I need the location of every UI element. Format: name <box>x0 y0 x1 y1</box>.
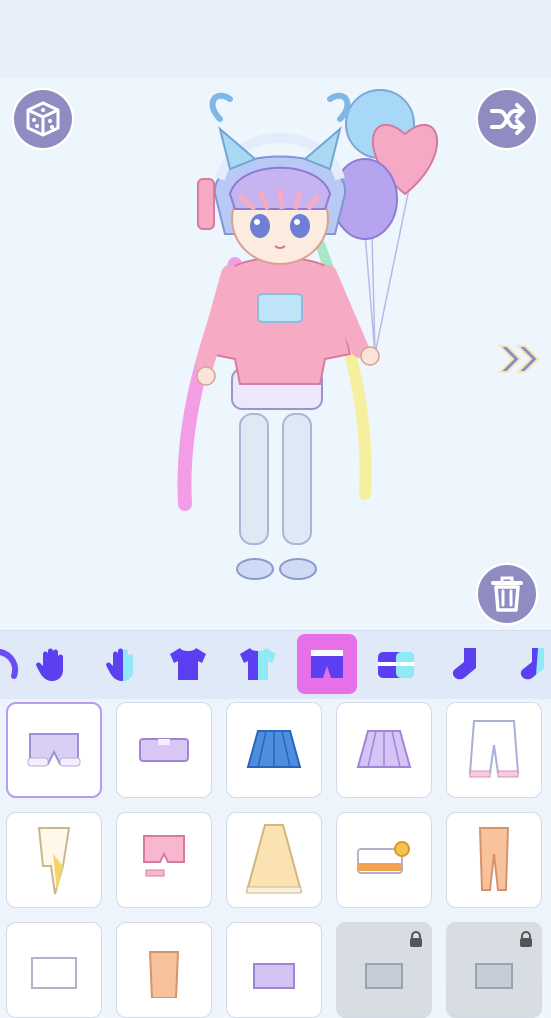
character-stage <box>0 78 551 630</box>
item-peach-tulle-skirt[interactable] <box>226 812 322 908</box>
item-grey-pants-locked[interactable] <box>336 922 432 1018</box>
item-lilac-pleated-skirt[interactable] <box>336 702 432 798</box>
category-tab-6[interactable] <box>366 634 426 694</box>
shuffle-button[interactable] <box>475 87 539 151</box>
item-pink-garter-shorts[interactable] <box>116 812 212 908</box>
glove-alt-icon <box>106 648 133 681</box>
category-tab-2[interactable] <box>92 634 152 694</box>
item-grey-pants-alt-locked[interactable] <box>446 922 542 1018</box>
sparkle-icon <box>0 649 18 679</box>
trash-icon <box>491 576 523 612</box>
category-tab-1[interactable] <box>22 634 82 694</box>
item-bow-mini-skirt[interactable] <box>336 812 432 908</box>
random-outfit-button[interactable] <box>11 87 75 151</box>
item-purple-shorts[interactable] <box>226 922 322 1018</box>
lock-icon <box>410 931 422 947</box>
clothing-items-grid <box>0 699 551 1018</box>
double-chevron-right-icon[interactable] <box>496 342 544 376</box>
item-orange-pants[interactable] <box>446 812 542 908</box>
sock-icon <box>452 648 476 680</box>
item-white-shorts[interactable] <box>6 922 102 1018</box>
lock-icon <box>520 931 532 947</box>
category-tab-7[interactable] <box>436 634 496 694</box>
tshirt-alt-icon <box>240 648 276 680</box>
status-bar-area <box>0 0 551 78</box>
item-white-bloomers[interactable] <box>446 702 542 798</box>
item-lilac-mini-skirt[interactable] <box>116 702 212 798</box>
dressed-character <box>177 89 439 580</box>
glove-icon <box>36 648 63 681</box>
dice-icon <box>26 101 60 137</box>
skirt-icon <box>378 652 414 678</box>
item-lavender-shorts[interactable] <box>6 702 102 798</box>
item-orange-pants-alt[interactable] <box>116 922 212 1018</box>
sock-alt-icon <box>520 648 544 680</box>
item-blue-pleated-skirt[interactable] <box>226 702 322 798</box>
item-yellow-wrap-skirt[interactable] <box>6 812 102 908</box>
category-tab-5[interactable] <box>297 634 357 694</box>
category-tab-8[interactable] <box>504 634 551 694</box>
shuffle-icon <box>490 103 525 135</box>
tshirt-icon <box>170 648 206 680</box>
delete-button[interactable] <box>475 562 539 626</box>
category-tab-3[interactable] <box>158 634 218 694</box>
category-tab-bar <box>0 630 551 700</box>
shorts-icon <box>311 650 343 678</box>
category-tab-4[interactable] <box>228 634 288 694</box>
